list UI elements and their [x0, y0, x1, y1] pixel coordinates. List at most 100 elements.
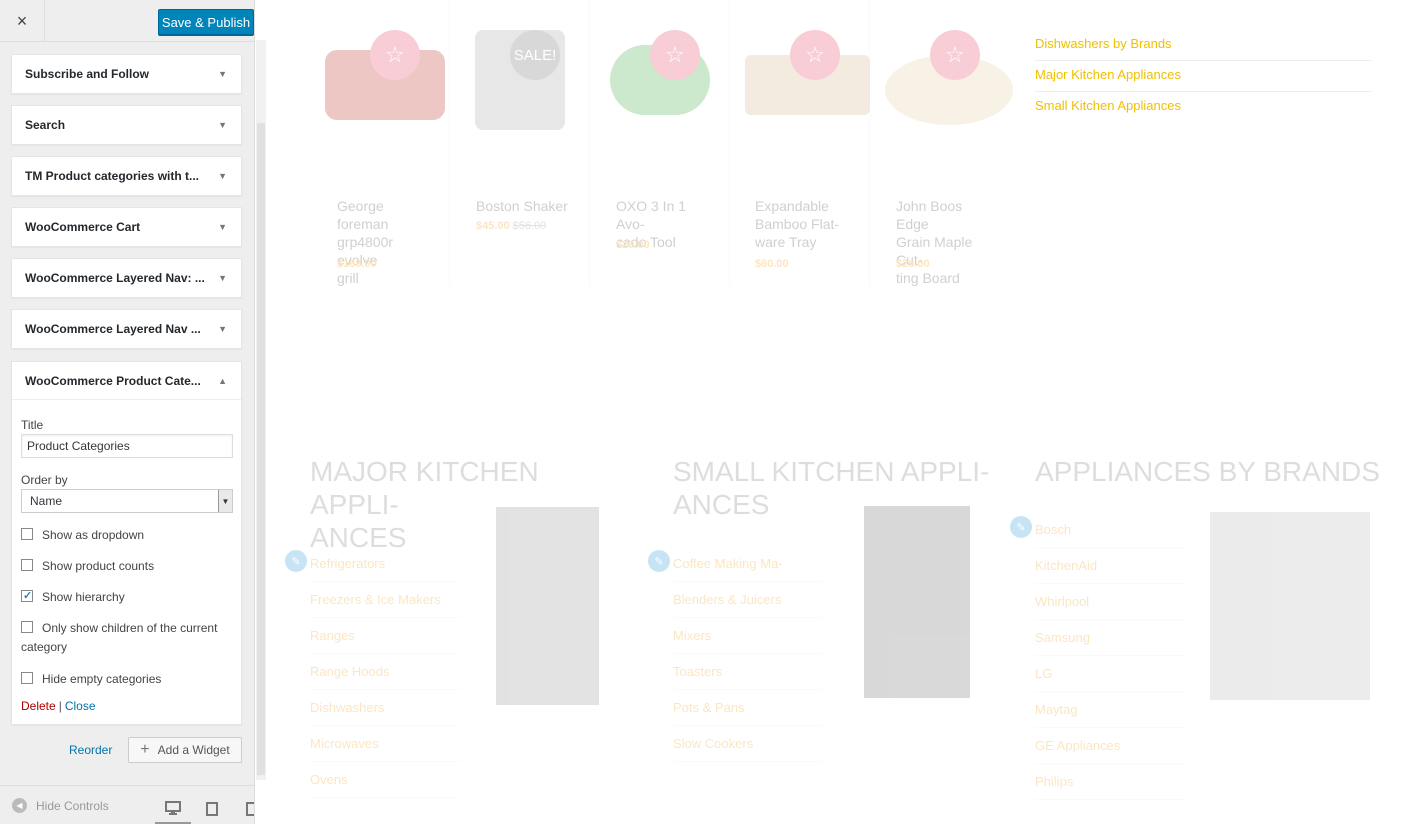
- category-link[interactable]: Ovens: [310, 762, 460, 798]
- widget-title: Subscribe and Follow: [25, 67, 150, 81]
- star-icon: ☆: [790, 30, 840, 80]
- widget-layered-nav[interactable]: WooCommerce Layered Nav ... ▼: [11, 309, 242, 349]
- widget-layered-nav-filters[interactable]: WooCommerce Layered Nav: ... ▼: [11, 258, 242, 298]
- edit-pencil-icon[interactable]: ✎: [285, 550, 307, 572]
- product-name[interactable]: John Boos Edge Grain Maple Cut-ting Board: [896, 197, 996, 287]
- checkbox[interactable]: [21, 621, 33, 633]
- option-hide-empty[interactable]: Hide empty categories: [21, 670, 231, 689]
- widget-woocommerce-cart[interactable]: WooCommerce Cart ▼: [11, 207, 242, 247]
- customizer-header: × Save & Publish: [0, 0, 254, 42]
- category-link[interactable]: Mixers: [673, 618, 823, 654]
- category-link[interactable]: KitchenAid: [1035, 548, 1185, 584]
- reorder-link[interactable]: Reorder: [69, 743, 112, 757]
- edit-pencil-icon[interactable]: ✎: [648, 550, 670, 572]
- option-show-hierarchy[interactable]: Show hierarchy: [21, 587, 231, 607]
- plus-icon: +: [140, 741, 150, 758]
- category-link[interactable]: Whirlpool: [1035, 584, 1185, 620]
- category-link[interactable]: Coffee Making Ma-: [673, 546, 823, 582]
- hide-controls-button[interactable]: ◀ Hide Controls: [12, 798, 109, 813]
- chevron-up-icon[interactable]: ▲: [218, 376, 227, 386]
- category-link[interactable]: Microwaves: [310, 726, 460, 762]
- category-link[interactable]: Toasters: [673, 654, 823, 690]
- option-label: Only show children of the current catego…: [21, 621, 218, 654]
- category-title: APPLIANCES BY BRANDS: [1035, 456, 1380, 487]
- checkbox[interactable]: [21, 528, 33, 540]
- widget-title: WooCommerce Cart: [25, 220, 141, 234]
- widget-tm-product-categories[interactable]: TM Product categories with t... ▼: [11, 156, 242, 196]
- category-link[interactable]: Samsung: [1035, 620, 1185, 656]
- category-link[interactable]: Maytag: [1035, 692, 1185, 728]
- category-link[interactable]: Philips: [1035, 764, 1185, 800]
- checkbox[interactable]: [21, 559, 33, 571]
- mobile-preview-button[interactable]: [233, 794, 254, 824]
- product-name[interactable]: Boston Shaker: [476, 197, 576, 215]
- category-link[interactable]: Slow Cookers: [673, 726, 823, 762]
- category-link[interactable]: Dishwashers: [310, 690, 460, 726]
- category-link[interactable]: Blenders & Juicers: [673, 582, 823, 618]
- product-card[interactable]: ☆ Expandable Bamboo Flat-ware Tray $60.00: [730, 0, 870, 286]
- add-widget-button[interactable]: + Add a Widget: [128, 737, 242, 763]
- option-label: Show as dropdown: [42, 528, 145, 542]
- category-link[interactable]: LG: [1035, 656, 1185, 692]
- customizer-sidebar: × Save & Publish Subscribe and Follow ▼ S…: [0, 0, 255, 824]
- chevron-down-icon[interactable]: ▼: [218, 273, 227, 283]
- side-link[interactable]: Small Kitchen Appliances: [1035, 92, 1372, 123]
- site-preview: ☆ George foreman grp4800r evolve grill $16…: [270, 0, 1411, 824]
- order-by-value: Name: [30, 494, 63, 508]
- category-link[interactable]: GE Appliances: [1035, 728, 1185, 764]
- product-card[interactable]: SALE! Boston Shaker $45.00 $56.00: [450, 0, 590, 286]
- fridge-image: [496, 507, 599, 705]
- title-input[interactable]: [21, 434, 233, 458]
- order-by-select[interactable]: Name ▼: [21, 489, 233, 513]
- sidebar-scrollbar-thumb[interactable]: [257, 123, 265, 775]
- product-name[interactable]: George foreman grp4800r evolve grill: [337, 197, 437, 287]
- category-list: Refrigerators Freezers & Ice Makers Rang…: [310, 546, 460, 798]
- chevron-down-icon[interactable]: ▼: [218, 120, 227, 130]
- product-card[interactable]: ☆ John Boos Edge Grain Maple Cut-ting Boa…: [870, 0, 1013, 287]
- widget-title: WooCommerce Layered Nav ...: [25, 322, 201, 336]
- dishwasher-image: [1210, 512, 1370, 700]
- close-icon: ×: [16, 10, 28, 31]
- mobile-icon: [246, 802, 254, 816]
- option-label: Show hierarchy: [42, 590, 125, 604]
- delete-link[interactable]: Delete: [21, 699, 56, 713]
- customizer-footer: ◀ Hide Controls: [0, 785, 254, 824]
- option-only-children[interactable]: Only show children of the current catego…: [21, 619, 231, 657]
- option-show-dropdown[interactable]: Show as dropdown: [21, 526, 231, 545]
- checkbox[interactable]: [21, 672, 33, 684]
- product-card[interactable]: ☆ George foreman grp4800r evolve grill $16…: [310, 0, 450, 286]
- product-price: $168.00: [337, 258, 377, 270]
- category-link[interactable]: Pots & Pans: [673, 690, 823, 726]
- side-link[interactable]: Major Kitchen Appliances: [1035, 61, 1372, 92]
- category-link[interactable]: Refrigerators: [310, 546, 460, 582]
- edit-pencil-icon[interactable]: ✎: [1010, 516, 1032, 538]
- checkbox-checked[interactable]: [21, 587, 33, 606]
- category-link[interactable]: Ranges: [310, 618, 460, 654]
- chevron-down-icon[interactable]: ▼: [218, 171, 227, 181]
- order-by-label: Order by: [21, 473, 68, 487]
- option-show-counts[interactable]: Show product counts: [21, 557, 231, 576]
- chevron-down-icon[interactable]: ▼: [218, 222, 227, 232]
- product-price: $26.00: [896, 258, 930, 270]
- save-publish-button[interactable]: Save & Publish: [158, 9, 254, 35]
- category-link[interactable]: Bosch: [1035, 512, 1185, 548]
- sale-badge: SALE!: [510, 30, 560, 80]
- product-price: $20.00: [616, 239, 650, 251]
- close-customizer-button[interactable]: ×: [0, 0, 45, 42]
- widget-header[interactable]: WooCommerce Product Cate... ▲: [12, 362, 241, 400]
- tablet-preview-button[interactable]: [194, 794, 230, 824]
- widget-subscribe-follow[interactable]: Subscribe and Follow ▼: [11, 54, 242, 94]
- close-link[interactable]: Close: [65, 699, 96, 713]
- chevron-down-icon[interactable]: ▼: [218, 490, 232, 512]
- product-price: $60.00: [755, 258, 789, 270]
- side-link[interactable]: Dishwashers by Brands: [1035, 30, 1372, 61]
- product-card[interactable]: ☆ OXO 3 In 1 Avo-cado Tool $20.00: [590, 0, 730, 286]
- chevron-down-icon[interactable]: ▼: [218, 69, 227, 79]
- product-name[interactable]: Expandable Bamboo Flat-ware Tray: [755, 197, 855, 251]
- category-link[interactable]: Range Hoods: [310, 654, 460, 690]
- category-link[interactable]: Freezers & Ice Makers: [310, 582, 460, 618]
- widget-search[interactable]: Search ▼: [11, 105, 242, 145]
- add-widget-label: Add a Widget: [157, 743, 230, 757]
- desktop-preview-button[interactable]: [155, 794, 191, 824]
- chevron-down-icon[interactable]: ▼: [218, 324, 227, 334]
